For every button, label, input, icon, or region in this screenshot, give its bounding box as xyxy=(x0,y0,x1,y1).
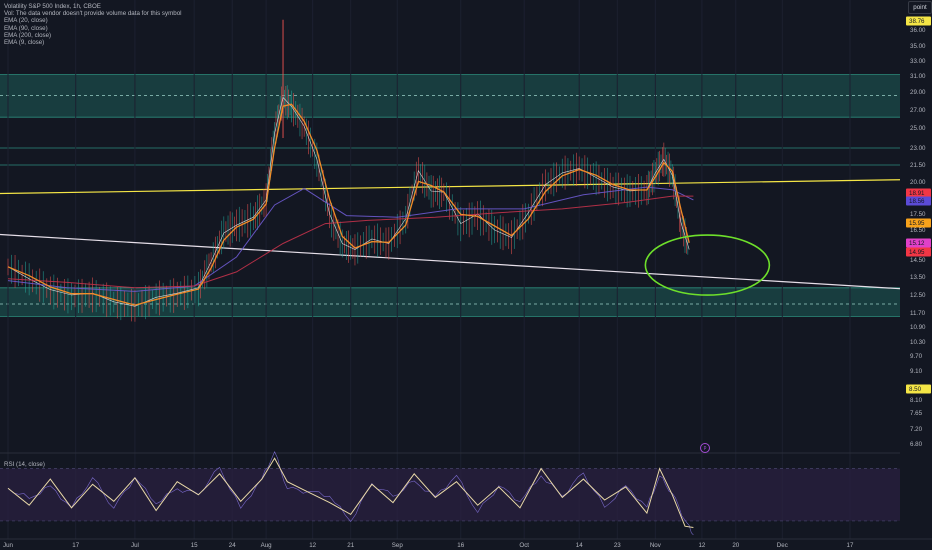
price-tick-label: 10.30 xyxy=(910,339,926,346)
price-tick-label: 35.00 xyxy=(910,43,926,50)
price-tick-label: 16.50 xyxy=(910,227,926,234)
ema-9-legend[interactable]: EMA (9, close) xyxy=(4,39,182,46)
volume-note: Vol: The data vendor doesn't provide vol… xyxy=(4,10,182,18)
time-tick-label: Jun xyxy=(3,542,14,549)
price-tick-label: 8.10 xyxy=(910,397,923,404)
ema-90-legend[interactable]: EMA (90, close) xyxy=(4,25,182,32)
price-label-text: 8.50 xyxy=(909,386,922,393)
time-tick-label: Aug xyxy=(261,542,273,549)
price-label-text: 15.95 xyxy=(909,220,925,227)
price-tick-label: 10.90 xyxy=(910,324,926,331)
scale-mode-button[interactable]: point xyxy=(908,1,932,14)
price-tick-label: 21.50 xyxy=(910,162,926,169)
time-tick-label: 12 xyxy=(309,542,316,549)
time-tick-label: Oct xyxy=(519,542,529,549)
price-tick-label: 7.20 xyxy=(910,426,923,433)
price-tick-label: 29.00 xyxy=(910,89,926,96)
price-tick-label: 6.80 xyxy=(910,441,923,448)
rsi-pane[interactable]: 80.0060.0040.0025.4221.49 xyxy=(0,450,932,536)
price-tick-label: 9.70 xyxy=(910,353,923,360)
price-tick-label: 17.50 xyxy=(910,211,926,218)
time-tick-label: 15 xyxy=(191,542,198,549)
time-tick-label: 16 xyxy=(457,542,464,549)
time-tick-label: Sep xyxy=(392,542,404,549)
price-label-text: 15.12 xyxy=(909,240,925,247)
price-tick-label: 31.00 xyxy=(910,73,926,80)
tradingview-logo-icon[interactable]: p xyxy=(700,443,710,453)
time-axis[interactable]: Jun 17 Jul 15 24 Aug 12 21 Sep 16 Oct 14 23 Nov 12 20 De… xyxy=(0,538,932,549)
annotation-ellipse xyxy=(644,234,771,296)
time-tick-label: 17 xyxy=(847,542,854,549)
time-tick-label: 17 xyxy=(72,542,79,549)
series-ema-20-close xyxy=(7,103,690,306)
series-ema-9-close- xyxy=(7,96,690,307)
price-tick-label: 27.00 xyxy=(910,107,926,114)
price-tick-label: 36.00 xyxy=(910,27,926,34)
time-tick-label: 24 xyxy=(229,542,236,549)
price-tick-label: 7.65 xyxy=(910,410,923,417)
time-tick-label: 21 xyxy=(347,542,354,549)
price-axis[interactable]: 36.00 35.00 33.00 31.00 29.00 27.00 25.00 23.00… xyxy=(900,0,932,550)
rsi-band xyxy=(0,468,900,521)
price-tick-label: 25.00 xyxy=(910,125,926,132)
ema-20-legend[interactable]: EMA (20, close) xyxy=(4,17,182,24)
time-tick-label: 12 xyxy=(698,542,705,549)
price-tick-label: 33.00 xyxy=(910,58,926,65)
time-tick-label: Jul xyxy=(131,542,139,549)
price-tick-label: 13.50 xyxy=(910,274,926,281)
price-tick-label: 9.10 xyxy=(910,368,923,375)
rsi-legend[interactable]: RSI (14, close) xyxy=(4,461,45,468)
time-tick-label: Nov xyxy=(650,542,662,549)
price-label-text: 14.95 xyxy=(909,249,925,256)
price-tick-label: 14.50 xyxy=(910,257,926,264)
price-tick-label: 20.00 xyxy=(910,179,926,186)
ema-200-legend[interactable]: EMA (200, close) xyxy=(4,32,182,39)
price-label-text: 38.76 xyxy=(909,18,925,25)
time-tick-label: 23 xyxy=(614,542,621,549)
marks-layer xyxy=(644,234,771,296)
time-tick-label: 20 xyxy=(732,542,739,549)
price-label-text: 18.56 xyxy=(909,198,925,205)
price-tick-label: 23.00 xyxy=(910,145,926,152)
chart-canvas[interactable]: 80.0060.0040.0025.4221.49 36.00 35.00 33.0… xyxy=(0,0,932,550)
chart-legend: Volatility S&P 500 Index, 1h, CBOE Vol: … xyxy=(4,3,182,46)
symbol-title[interactable]: Volatility S&P 500 Index, 1h, CBOE xyxy=(4,3,182,10)
time-tick-label: Dec xyxy=(777,542,788,549)
price-label-text: 18.91 xyxy=(909,190,925,197)
price-tick-label: 11.70 xyxy=(910,310,926,317)
time-tick-label: 14 xyxy=(576,542,583,549)
price-tick-label: 12.50 xyxy=(910,292,926,299)
